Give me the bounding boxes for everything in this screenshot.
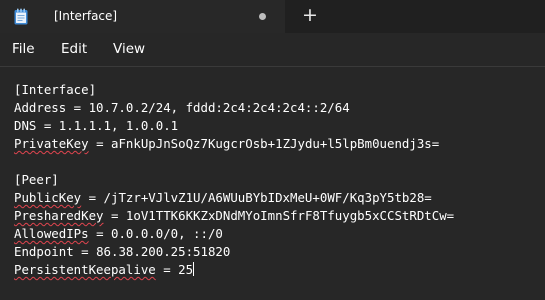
line-value: = 86.38.200.25:51820 [73,244,231,259]
section-header: [Peer] [14,172,59,187]
tab-interface[interactable]: [Interface] [0,0,285,33]
line-value: = 10.7.0.2/24, fddd:2c4:2c4:2c4::2/64 [66,100,350,115]
line-key: PresharedKey [14,208,104,223]
editor-line: PersistentKeepalive = 25 [14,261,195,279]
editor-line: PublicKey = /jTzr+VJlvZ1U/A6WUuBYbIDxMeU… [14,189,432,207]
title-bar: [Interface] + [0,0,545,33]
editor-line: [Interface] [14,81,96,99]
editor-line: Address = 10.7.0.2/24, fddd:2c4:2c4:2c4:… [14,99,350,117]
line-key: Endpoint [14,244,74,259]
line-key: DNS [14,118,37,133]
menu-edit[interactable]: Edit [61,41,87,57]
line-key: AllowedIPs [14,226,89,241]
editor-line: PrivateKey = aFnkUpJnSoQz7KugcrOsb+1ZJyd… [14,135,439,153]
line-value: = /jTzr+VJlvZ1U/A6WUuBYbIDxMeU+0WF/Kq3pY… [81,190,432,205]
modified-dot-icon[interactable] [259,13,266,20]
text-caret [193,262,195,276]
menu-file[interactable]: File [12,41,35,57]
line-key: Address [14,100,67,115]
line-key: PrivateKey [14,136,89,151]
menu-bar: File Edit View [0,33,545,66]
line-value: = 1.1.1.1, 1.0.0.1 [36,118,179,133]
line-key: PublicKey [14,190,82,205]
editor-line: DNS = 1.1.1.1, 1.0.0.1 [14,117,178,135]
line-value: = 0.0.0.0/0, ::/0 [88,226,223,241]
notepad-icon [14,8,28,25]
new-tab-button[interactable]: + [299,4,321,26]
notepad-window: [Interface] + File Edit View [Interface]… [0,0,545,300]
line-key: PersistentKeepalive [14,262,156,277]
line-value: = aFnkUpJnSoQz7KugcrOsb+1ZJydu+l5lpBm0ue… [88,136,440,151]
line-value: = 25 [155,262,194,277]
line-value: = 1oV1TTK6KKZxDNdMYoImnSfrF8Tfuygb5xCCSt… [103,208,455,223]
editor-line: [Peer] [14,171,59,189]
editor-line: AllowedIPs = 0.0.0.0/0, ::/0 [14,225,223,243]
section-header: [Interface] [14,82,97,97]
editor-line: Endpoint = 86.38.200.25:51820 [14,243,230,261]
tab-title: [Interface] [54,9,118,23]
menu-view[interactable]: View [113,41,145,57]
editor-line: PresharedKey = 1oV1TTK6KKZxDNdMYoImnSfrF… [14,207,454,225]
text-editor[interactable]: [Interface] Address = 10.7.0.2/24, fddd:… [0,67,545,300]
